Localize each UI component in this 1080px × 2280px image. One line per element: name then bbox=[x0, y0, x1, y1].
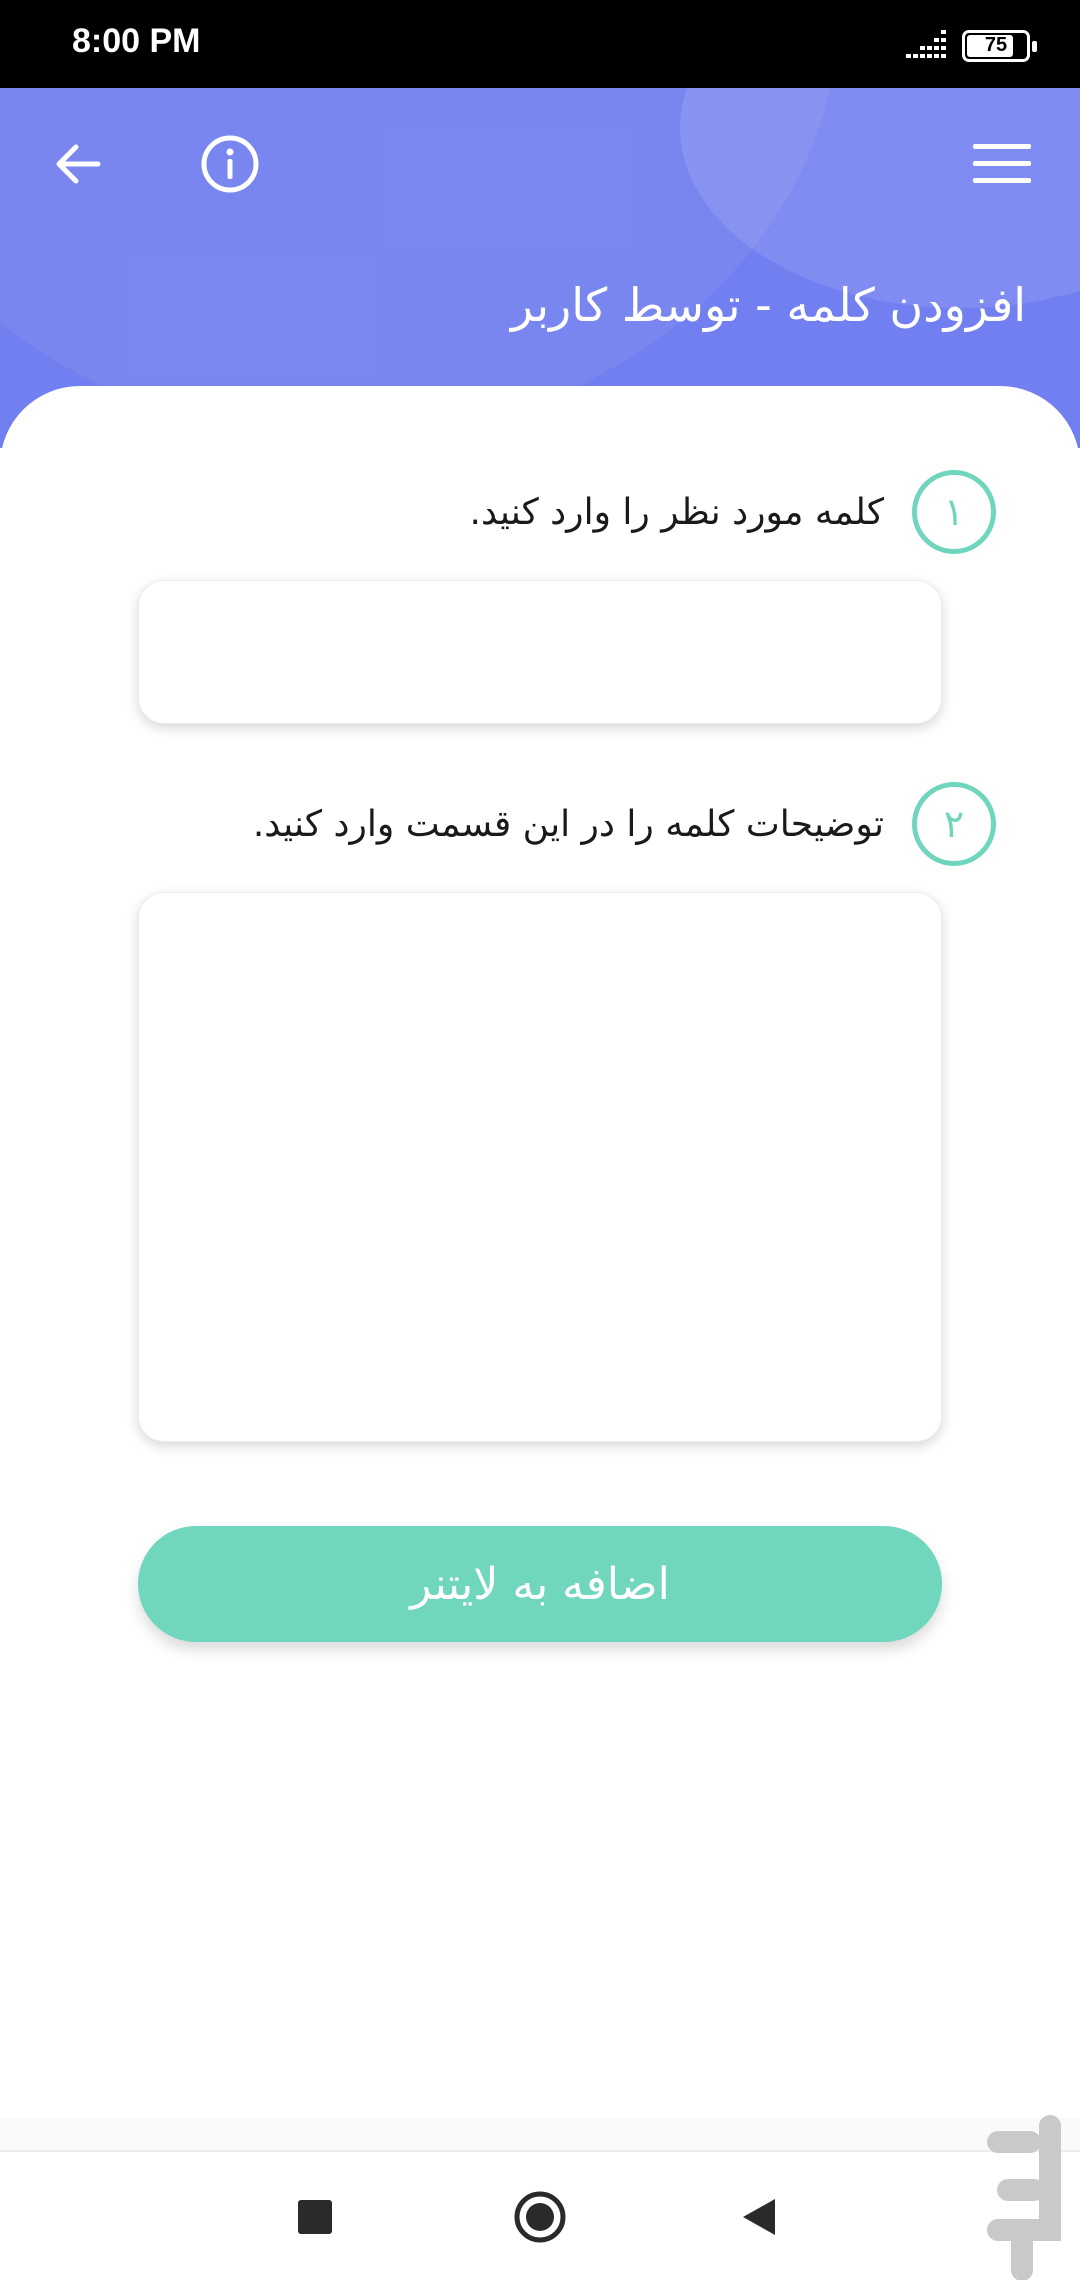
bottom-strip bbox=[0, 2118, 1080, 2150]
step-2-badge: ۲ bbox=[912, 782, 996, 866]
back-button[interactable] bbox=[38, 124, 118, 204]
step-1-row: ۱ کلمه مورد نظر را وارد کنید. bbox=[469, 470, 996, 554]
arrow-left-icon bbox=[56, 144, 101, 184]
menu-button[interactable] bbox=[962, 124, 1042, 204]
step-1-badge: ۱ bbox=[912, 470, 996, 554]
description-input[interactable] bbox=[138, 892, 942, 1442]
cafebazaar-logo-icon bbox=[987, 2115, 1061, 2280]
info-icon bbox=[201, 135, 259, 193]
word-input[interactable] bbox=[138, 580, 942, 724]
status-bar: 8:00 PM 75 bbox=[0, 0, 1080, 88]
recents-button[interactable] bbox=[280, 2182, 350, 2252]
add-to-leitner-label: اضافه به لایتنر bbox=[410, 1558, 670, 1610]
step-2-row: ۲ توضیحات کلمه را در این قسمت وارد کنید. bbox=[253, 782, 996, 866]
nav-back-button[interactable] bbox=[724, 2182, 794, 2252]
triangle-back-icon bbox=[743, 2199, 775, 2235]
system-nav-bar bbox=[0, 2150, 1080, 2280]
page-title: افزودن کلمه - توسط کاربر bbox=[510, 278, 1026, 332]
step-2-label: توضیحات کلمه را در این قسمت وارد کنید. bbox=[252, 803, 884, 845]
status-time: 8:00 PM bbox=[72, 22, 201, 60]
square-icon bbox=[298, 2200, 332, 2234]
battery-icon: 75 bbox=[962, 30, 1037, 62]
add-to-leitner-button[interactable]: اضافه به لایتنر bbox=[138, 1526, 942, 1642]
home-button[interactable] bbox=[505, 2182, 575, 2252]
info-button[interactable] bbox=[190, 124, 270, 204]
battery-level: 75 bbox=[984, 34, 1008, 56]
circle-home-icon bbox=[514, 2191, 566, 2243]
step-1-label: کلمه مورد نظر را وارد کنید. bbox=[469, 491, 885, 533]
signal-icon bbox=[906, 30, 946, 58]
hamburger-menu-icon bbox=[973, 144, 1031, 183]
